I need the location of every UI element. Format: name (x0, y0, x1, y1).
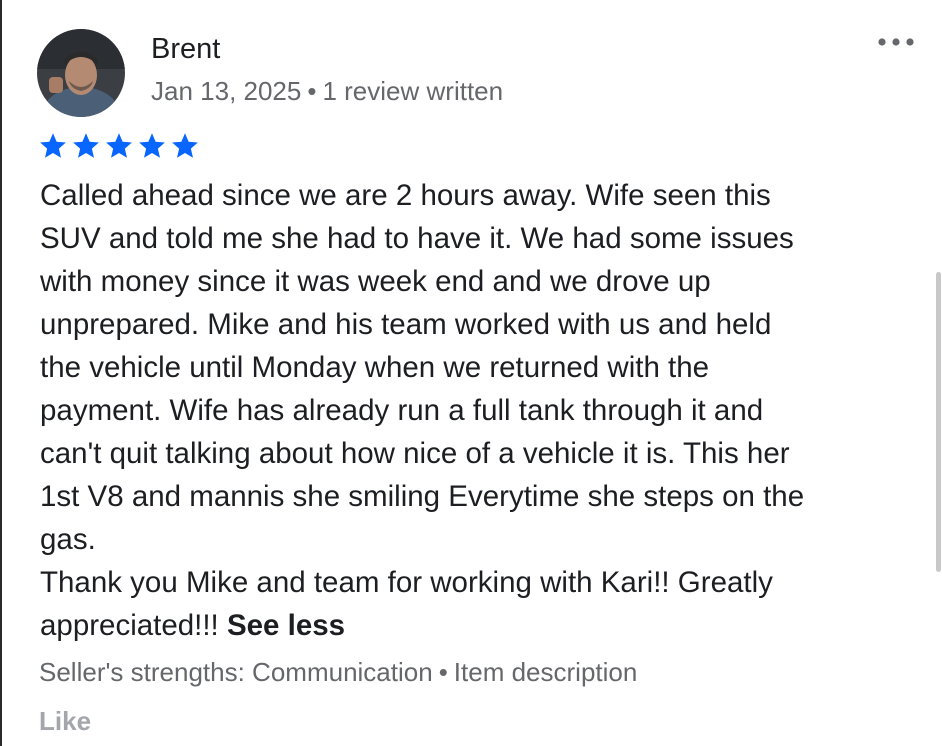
strengths-separator: • (438, 657, 448, 687)
star-icon (40, 133, 66, 158)
star-icon (172, 133, 198, 158)
reviewer-name[interactable]: Brent (151, 33, 220, 66)
review-line: with money since it was week end and we … (40, 265, 711, 298)
review-card: Brent Jan 13, 2025 • 1 review written Call… (0, 0, 942, 746)
star-icon (139, 133, 165, 158)
review-line: 1st V8 and mannis she smiling Everytime … (40, 480, 805, 513)
review-body: Called ahead since we are 2 hours away. … (40, 174, 910, 561)
review-line: gas. (40, 523, 96, 556)
star-icon (73, 133, 99, 158)
more-horizontal-icon (878, 38, 914, 46)
review-line: unprepared. Mike and his team worked wit… (40, 308, 772, 341)
review-line: Called ahead since we are 2 hours away. … (40, 179, 771, 212)
review-meta: Jan 13, 2025 • 1 review written (151, 76, 503, 107)
review-line: the vehicle until Monday when we returne… (40, 351, 710, 384)
strengths-item: Item description (453, 657, 638, 687)
more-options-button[interactable] (876, 34, 916, 50)
review-date: Jan 13, 2025 (151, 76, 302, 106)
review-closing-line: Thank you Mike and team for working with… (40, 566, 773, 599)
seller-strengths: Seller's strengths: Communication • Item d… (39, 657, 637, 688)
review-line: SUV and told me she had to have it. We h… (40, 222, 794, 255)
review-text: Called ahead since we are 2 hours away. … (40, 174, 910, 647)
review-count: 1 review written (322, 76, 504, 106)
review-line: can't quit talking about how nice of a v… (40, 437, 790, 470)
strengths-label: Seller's strengths: Communication (39, 657, 433, 687)
meta-separator: • (307, 76, 317, 106)
star-icon (106, 133, 132, 158)
see-less-link[interactable]: See less (227, 609, 345, 642)
like-button[interactable]: Like (39, 706, 91, 737)
avatar[interactable] (37, 29, 125, 117)
star-rating (38, 131, 200, 161)
scrollbar[interactable] (936, 272, 941, 572)
review-closing-text: appreciated!!! (40, 609, 219, 642)
review-line: payment. Wife has already run a full tan… (40, 394, 764, 427)
review-closing-line-2: appreciated!!! See less (40, 604, 910, 647)
